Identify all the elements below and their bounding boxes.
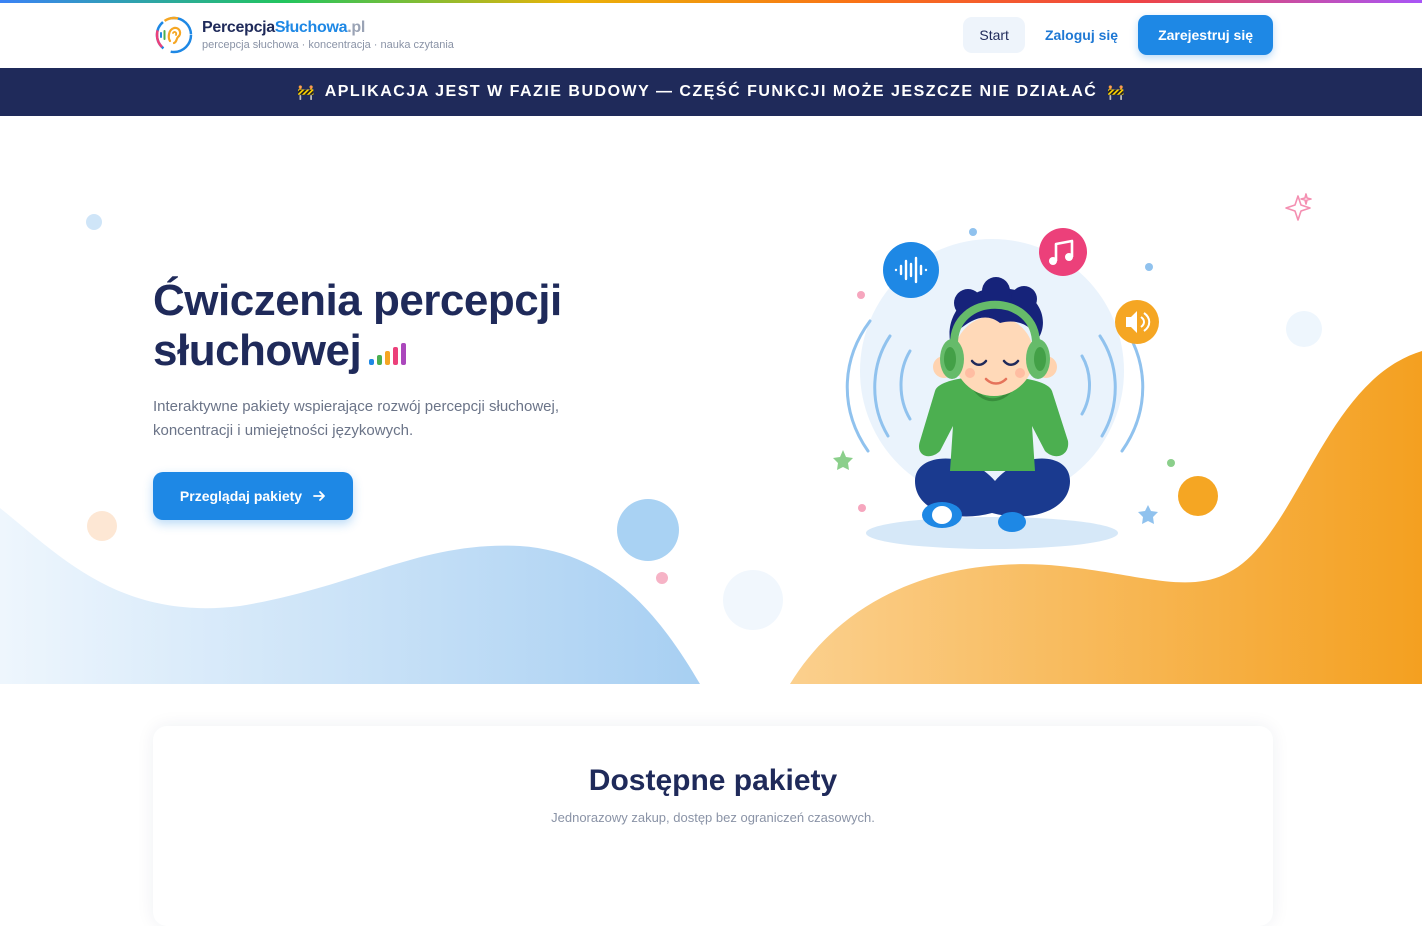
arrow-right-icon <box>313 491 325 501</box>
packages-title: Dostępne pakiety <box>588 764 838 797</box>
logo[interactable]: PercepcjaSłuchowa.pl percepcja słuchowa … <box>155 16 454 54</box>
browse-packages-label: Przeglądaj pakiety <box>179 488 303 504</box>
construction-banner: 🚧 APLIKACJA JEST W FAZIE BUDOWY — CZĘŚĆ … <box>0 68 1422 116</box>
hero-section: Ćwiczenia percepcji słuchowej Interaktyw… <box>0 116 1422 684</box>
boy-with-headphones-illustration <box>833 228 1218 549</box>
packages-subtitle: Jednorazowy zakup, dostęp bez ograniczeń… <box>551 810 875 825</box>
hero-title: Ćwiczenia percepcji słuchowej <box>153 276 673 376</box>
packages-section: Dostępne pakiety Jednorazowy zakup, dost… <box>153 726 1273 926</box>
brand-part-2: Słuchowa <box>274 19 348 36</box>
nav-login-link[interactable]: Zaloguj się <box>1025 17 1138 53</box>
site-header: PercepcjaSłuchowa.pl percepcja słuchowa … <box>0 3 1422 68</box>
main-nav: Start Zaloguj się Zarejestruj się <box>963 15 1273 55</box>
brand-part-1: Percepcja <box>202 19 275 36</box>
construction-icon: 🚧 <box>297 83 315 100</box>
browse-packages-button[interactable]: Przeglądaj pakiety <box>153 472 353 520</box>
nav-register-button[interactable]: Zarejestruj się <box>1138 15 1273 55</box>
sound-bars-icon <box>369 343 407 365</box>
brand-tagline: percepcja słuchowa · koncentracja · nauk… <box>202 39 454 51</box>
construction-banner-text: APLIKACJA JEST W FAZIE BUDOWY — CZĘŚĆ FU… <box>324 83 1098 100</box>
nav-start-button[interactable]: Start <box>963 17 1025 53</box>
construction-icon: 🚧 <box>1107 83 1125 100</box>
brand-domain: .pl <box>347 19 365 36</box>
brand-name: PercepcjaSłuchowa.pl <box>202 19 454 37</box>
ear-logo-icon <box>155 16 193 54</box>
hero-subtitle: Interaktywne pakiety wspierające rozwój … <box>153 398 560 439</box>
hero-title-line-2: słuchowej <box>153 326 362 375</box>
hero-title-line-1: Ćwiczenia percepcji <box>153 276 562 325</box>
